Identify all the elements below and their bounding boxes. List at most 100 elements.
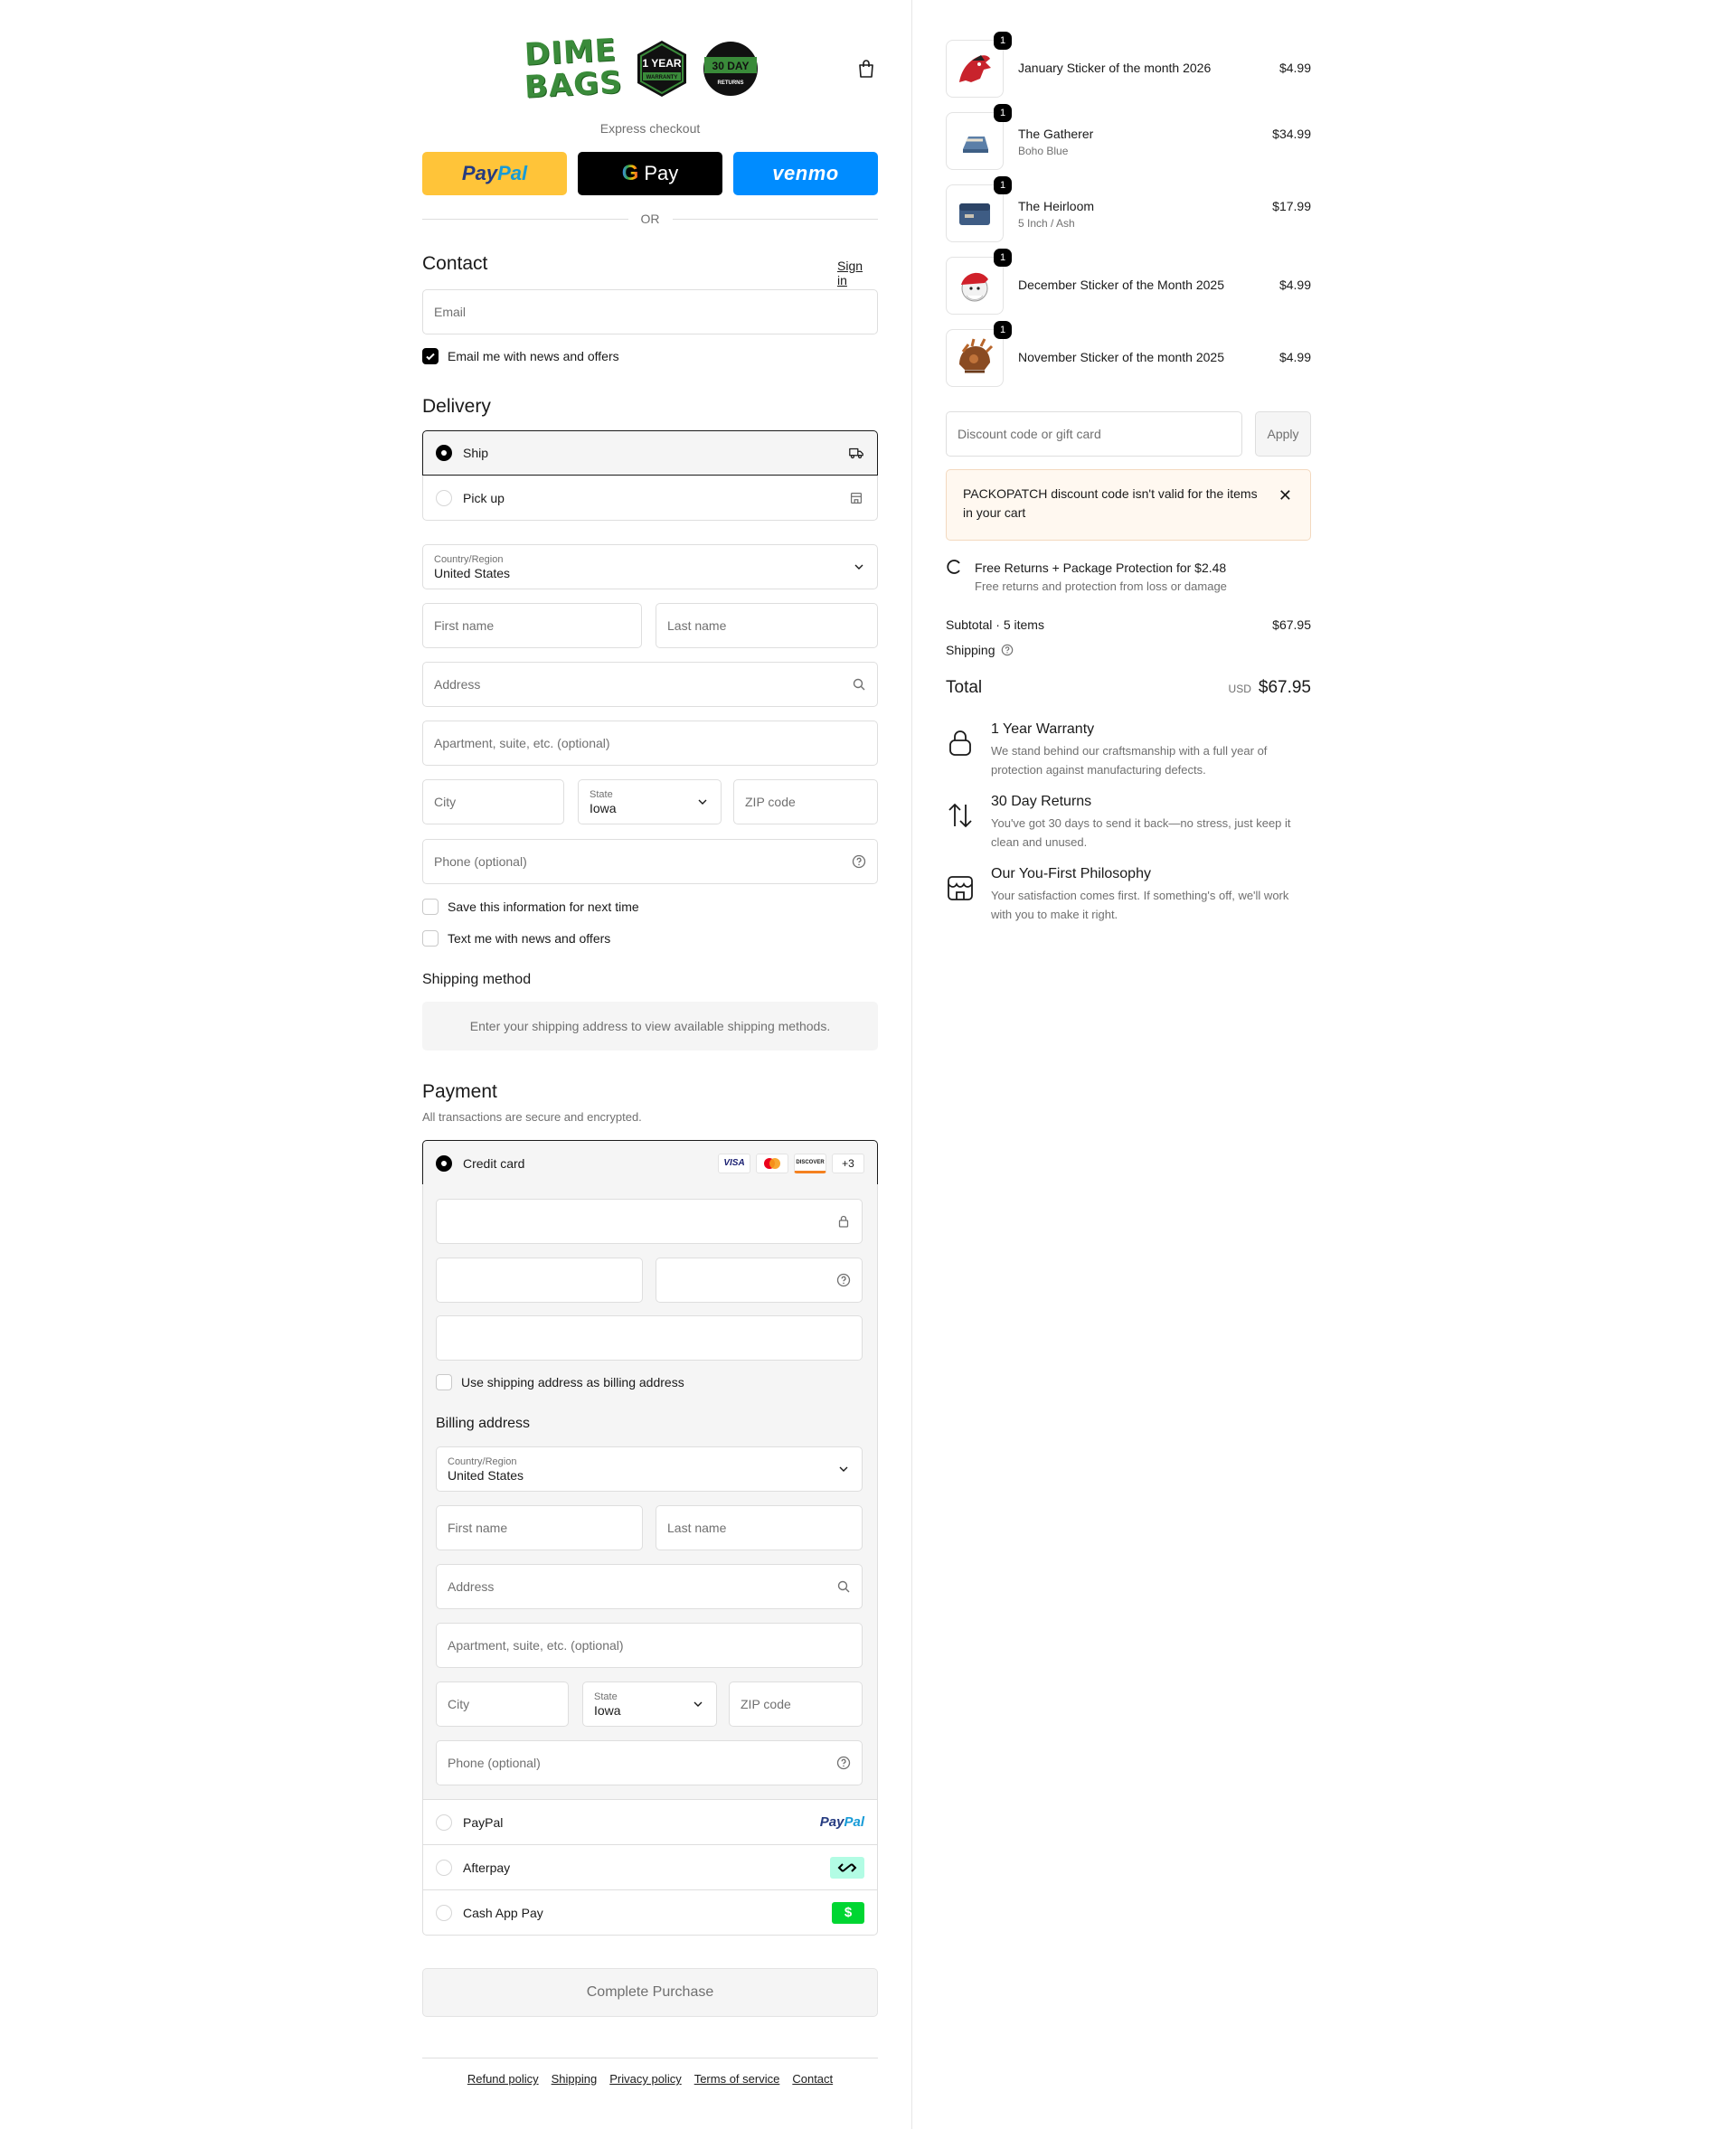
billing-apartment-field[interactable]: Apartment, suite, etc. (optional) xyxy=(436,1623,863,1668)
help-circle-icon[interactable] xyxy=(836,1273,851,1287)
shipping-link[interactable]: Shipping xyxy=(552,2072,598,2086)
billing-state-select[interactable]: State Iowa xyxy=(582,1682,717,1727)
footer-links: Refund policy Shipping Privacy policy Te… xyxy=(422,2072,878,2086)
cashapp-radio[interactable] xyxy=(436,1904,452,1921)
apply-discount-button[interactable]: Apply xyxy=(1255,411,1311,457)
country-value: United States xyxy=(434,566,511,580)
email-placeholder: Email xyxy=(434,305,467,319)
state-label: State xyxy=(590,789,613,800)
venmo-button[interactable]: venmo xyxy=(733,152,878,195)
paypal-logo-pay: Pay xyxy=(819,1814,844,1830)
phone-placeholder: Phone (optional) xyxy=(434,854,527,869)
use-shipping-label: Use shipping address as billing address xyxy=(461,1375,684,1390)
billing-phone-field[interactable]: Phone (optional) xyxy=(436,1740,863,1785)
truck-icon xyxy=(849,447,863,459)
chevron-down-icon xyxy=(839,1466,848,1472)
paypal-logo-icon: PayPal xyxy=(820,1814,864,1830)
text-me-checkbox[interactable]: Text me with news and offers xyxy=(422,930,610,947)
credit-card-option[interactable]: Credit card VISA DISCOVER +3 xyxy=(422,1140,878,1186)
phone-field[interactable]: Phone (optional) xyxy=(422,839,878,884)
discount-code-field[interactable]: Discount code or gift card xyxy=(946,411,1242,457)
protection-description: Free returns and protection from loss or… xyxy=(975,579,1227,593)
afterpay-payment-option[interactable]: Afterpay xyxy=(422,1844,878,1890)
store-logo[interactable]: DIME BAGS 1 YEAR WARRANTY 30 DAY RETURNS xyxy=(524,33,760,106)
ship-radio[interactable] xyxy=(436,445,452,461)
refund-policy-link[interactable]: Refund policy xyxy=(467,2072,539,2086)
help-circle-icon[interactable] xyxy=(852,854,866,869)
save-info-checkbox[interactable]: Save this information for next time xyxy=(422,899,639,915)
pickup-option[interactable]: Pick up xyxy=(422,476,878,521)
product-thumbnail: 1 xyxy=(946,176,1012,242)
protection-title: Free Returns + Package Protection for $2… xyxy=(975,561,1227,575)
total-amount: USD $67.95 xyxy=(1175,678,1311,698)
heirloom-case-image xyxy=(959,203,990,225)
quantity-badge: 1 xyxy=(994,249,1012,267)
terms-of-service-link[interactable]: Terms of service xyxy=(694,2072,780,2086)
contact-link[interactable]: Contact xyxy=(792,2072,833,2086)
last-name-field[interactable]: Last name xyxy=(656,603,878,648)
storefront-icon xyxy=(948,876,973,900)
item-name: January Sticker of the month 2026 xyxy=(1018,61,1212,75)
text-me-label: Text me with news and offers xyxy=(448,931,611,946)
zip-field[interactable]: ZIP code xyxy=(733,779,878,824)
city-field[interactable]: City xyxy=(422,779,564,824)
billing-last-name-field[interactable]: Last name xyxy=(656,1505,863,1550)
paypal-express-button[interactable]: Pay Pal xyxy=(422,152,567,195)
paypal-radio[interactable] xyxy=(436,1813,452,1831)
checkbox-unchecked[interactable] xyxy=(436,1374,452,1390)
billing-first-name-field[interactable]: First name xyxy=(436,1505,643,1550)
close-icon[interactable]: ✕ xyxy=(1278,486,1292,505)
paypal-payment-option[interactable]: PayPal PayPal xyxy=(422,1799,878,1845)
name-on-card-field[interactable] xyxy=(436,1315,863,1361)
item-price: $34.99 xyxy=(1272,127,1311,141)
product-thumbnail: 1 xyxy=(946,32,1012,98)
country-select[interactable]: Country/Region United States xyxy=(422,544,878,589)
perk-description: You've got 30 days to send it back—no st… xyxy=(991,816,1291,849)
warranty-badge-icon: 1 YEAR WARRANTY xyxy=(637,41,686,97)
shopping-bag-icon[interactable] xyxy=(855,58,877,80)
google-pay-button[interactable]: G Pay xyxy=(578,152,722,195)
billing-state-label: State xyxy=(594,1691,618,1702)
use-shipping-checkbox[interactable]: Use shipping address as billing address xyxy=(436,1374,684,1390)
checkbox-unchecked[interactable] xyxy=(422,899,439,915)
product-thumbnail: 1 xyxy=(946,321,1012,387)
first-name-field[interactable]: First name xyxy=(422,603,642,648)
more-cards-badge: +3 xyxy=(832,1153,864,1173)
item-price: $4.99 xyxy=(1278,61,1311,75)
svg-text:RETURNS: RETURNS xyxy=(717,80,743,86)
billing-city-field[interactable]: City xyxy=(436,1682,569,1727)
state-select[interactable]: State Iowa xyxy=(578,779,722,824)
complete-purchase-button[interactable]: Complete Purchase xyxy=(422,1968,878,2017)
afterpay-radio[interactable] xyxy=(436,1859,452,1876)
card-number-field[interactable] xyxy=(436,1199,863,1244)
expiry-field[interactable] xyxy=(436,1258,643,1303)
billing-zip-field[interactable]: ZIP code xyxy=(729,1682,863,1727)
checkbox-unchecked[interactable] xyxy=(422,930,439,947)
sign-in-link[interactable]: Sign in xyxy=(837,259,875,287)
turkey-sticker-image xyxy=(959,338,994,373)
billing-phone-placeholder: Phone (optional) xyxy=(448,1756,541,1770)
security-code-field[interactable] xyxy=(656,1258,863,1303)
perk-philosophy: Our You-First Philosophy Your satisfacti… xyxy=(946,866,1311,926)
email-field[interactable]: Email xyxy=(422,289,878,334)
privacy-policy-link[interactable]: Privacy policy xyxy=(609,2072,681,2086)
help-circle-icon[interactable] xyxy=(836,1756,851,1770)
checkbox-checked[interactable] xyxy=(422,348,439,364)
address-field[interactable]: Address xyxy=(422,662,878,707)
email-news-checkbox[interactable]: Email me with news and offers xyxy=(422,348,619,364)
pickup-radio[interactable] xyxy=(436,489,452,506)
cashapp-payment-option[interactable]: Cash App Pay $ xyxy=(422,1889,878,1936)
item-price: $4.99 xyxy=(1278,350,1311,364)
billing-address-field[interactable]: Address xyxy=(436,1564,863,1609)
apartment-field[interactable]: Apartment, suite, etc. (optional) xyxy=(422,721,878,766)
returns-badge-icon: 30 DAY RETURNS xyxy=(703,42,758,96)
email-news-label: Email me with news and offers xyxy=(448,349,619,363)
ship-label: Ship xyxy=(463,446,489,460)
perk-warranty: 1 Year Warranty We stand behind our craf… xyxy=(946,721,1311,781)
credit-card-radio[interactable] xyxy=(436,1154,452,1172)
mastercard-icon xyxy=(756,1153,788,1173)
billing-country-select[interactable]: Country/Region United States xyxy=(436,1446,863,1492)
help-circle-icon[interactable] xyxy=(1001,644,1014,656)
ship-option[interactable]: Ship xyxy=(422,430,878,476)
contact-heading: Contact xyxy=(422,253,488,274)
